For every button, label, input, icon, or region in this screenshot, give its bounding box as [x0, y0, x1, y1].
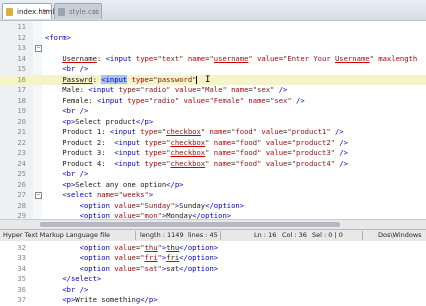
code-text[interactable]: Product 2: <input type="checkbox" name="… [45, 138, 348, 149]
code-line[interactable]: 35 </select> [0, 274, 426, 285]
line-number: 15 [17, 64, 26, 73]
horizontal-scrollbar[interactable] [0, 219, 426, 229]
code-line[interactable]: 19 <br /> [0, 106, 426, 117]
code-line[interactable]: 32 <option value="thu">thu</option> [0, 243, 426, 254]
line-number: 22 [17, 137, 26, 147]
code-text[interactable]: <br /> [45, 169, 88, 180]
code-line[interactable]: 24 Product 4: <input type="checkbox" nam… [0, 159, 426, 170]
line-number: 13 [17, 43, 26, 52]
code-text[interactable]: Passwrd: <input type="password" [45, 74, 198, 86]
code-line[interactable]: 13 [0, 43, 426, 54]
code-line[interactable]: 20 <p>Select product</p> [0, 117, 426, 128]
status-sel: Sel : 0 | 0 [312, 231, 343, 239]
code-text[interactable]: <option value="fri">fri</option> [45, 253, 219, 264]
status-eol: Dos\Windows [378, 231, 422, 239]
line-number: 24 [17, 158, 26, 168]
code-line[interactable]: 28 <option value="Sunday">Sunday</option… [0, 201, 426, 212]
code-text[interactable]: <br /> [45, 64, 88, 75]
line-number: 12 [17, 32, 26, 42]
line-number: 11 [17, 22, 26, 31]
tab-style-css[interactable]: style.css ✕ [54, 3, 102, 19]
code-line[interactable]: 21 Product 1: <input type="checkbox" nam… [0, 127, 426, 138]
status-ln: Ln : 16 [254, 231, 277, 239]
code-line[interactable]: 33 <option value="fri">fri</option> [0, 253, 426, 264]
line-number: 19 [17, 106, 26, 115]
code-line[interactable]: 23 Product 3: <input type="checkbox" nam… [0, 148, 426, 159]
tab-label: index.html [17, 8, 55, 16]
code-line[interactable]: 37 <p>Write something</p> [0, 295, 426, 306]
code-text[interactable]: </select> [45, 274, 101, 285]
code-line[interactable]: 25 <br /> [0, 169, 426, 180]
code-text[interactable]: Username: <input type="text" name="usern… [45, 54, 417, 65]
code-text[interactable]: Product 1: <input type="checkbox" name="… [45, 127, 343, 138]
code-line[interactable]: 15 <br /> [0, 64, 426, 75]
code-editor[interactable]: 11 12 <form> 13 14 Username: <input type="te… [0, 21, 426, 304]
status-divider [220, 231, 221, 240]
line-number: 27 [17, 190, 26, 199]
tab-index-html[interactable]: index.html ✕ [2, 3, 55, 20]
line-number: 17 [17, 85, 26, 94]
status-divider [362, 231, 363, 240]
line-number: 32 [17, 242, 26, 252]
line-number: 20 [17, 116, 26, 126]
close-icon[interactable]: ✕ [92, 4, 98, 20]
code-text[interactable]: <form> [45, 33, 71, 44]
code-text[interactable]: Female: <input type="radio" value="Femal… [45, 96, 304, 107]
fold-toggle-icon[interactable]: − [35, 45, 42, 52]
file-icon [58, 8, 65, 16]
status-length: length : 1149 [140, 231, 184, 239]
code-text[interactable]: <select name="weeks"> [45, 190, 153, 201]
line-number: 23 [17, 148, 26, 157]
close-icon[interactable]: ✕ [42, 4, 48, 20]
code-text[interactable]: <br /> [45, 285, 88, 296]
file-icon [6, 8, 13, 16]
code-text[interactable]: Product 4: <input type="checkbox" name="… [45, 159, 348, 170]
tab-bar: index.html ✕ style.css ✕ [0, 0, 426, 21]
status-col: Col : 36 [282, 231, 307, 239]
code-text[interactable]: <option value="sat">sat</option> [45, 264, 219, 275]
code-text[interactable]: Product 3: <input type="checkbox" name="… [45, 148, 348, 159]
status-divider [135, 231, 136, 240]
line-number: 36 [17, 284, 26, 294]
code-line[interactable]: 11 [0, 22, 426, 33]
code-line[interactable]: 18 Female: <input type="radio" value="Fe… [0, 96, 426, 107]
code-line[interactable]: 17 Male: <input type="radio" value="Male… [0, 85, 426, 96]
status-bar: Hyper Text Markup Language file length :… [0, 229, 426, 241]
code-line[interactable]: 27 <select name="weeks"> [0, 190, 426, 201]
line-number: 26 [17, 179, 26, 189]
line-number: 16 [17, 74, 26, 84]
code-text[interactable]: <option value="Sunday">Sunday</option> [45, 201, 244, 212]
text-cursor-icon: I [205, 75, 211, 85]
line-number: 34 [17, 263, 26, 273]
line-number: 35 [17, 274, 26, 283]
code-text[interactable]: Male: <input type="radio" value="Male" n… [45, 85, 287, 96]
fold-toggle-icon[interactable]: − [35, 192, 42, 199]
code-text[interactable]: <br /> [45, 106, 88, 117]
scrollbar-thumb[interactable] [40, 222, 340, 227]
line-number: 14 [17, 53, 26, 63]
status-file-type: Hyper Text Markup Language file [3, 231, 110, 239]
line-number: 25 [17, 169, 26, 178]
line-number: 37 [17, 295, 26, 304]
code-text[interactable]: <p>Select any one option</p> [45, 180, 183, 191]
code-line[interactable]: 16 Passwrd: <input type="password" [0, 74, 426, 86]
code-line[interactable]: 34 <option value="sat">sat</option> [0, 264, 426, 275]
code-text[interactable]: <p>Select product</p> [45, 117, 153, 128]
code-line[interactable]: 14 Username: <input type="text" name="us… [0, 54, 426, 65]
line-number: 28 [17, 200, 26, 210]
line-number: 21 [17, 127, 26, 136]
line-number: 33 [17, 253, 26, 262]
code-text[interactable]: <p>Write something</p> [45, 295, 157, 306]
code-text[interactable]: <option value="thu">thu</option> [45, 243, 219, 254]
code-line[interactable]: 36 <br /> [0, 285, 426, 296]
code-line[interactable]: 22 Product 2: <input type="checkbox" nam… [0, 138, 426, 149]
code-line[interactable]: 26 <p>Select any one option</p> [0, 180, 426, 191]
status-lines: lines : 45 [188, 231, 218, 239]
line-number: 18 [17, 95, 26, 105]
code-line[interactable]: 12 <form> [0, 33, 426, 44]
